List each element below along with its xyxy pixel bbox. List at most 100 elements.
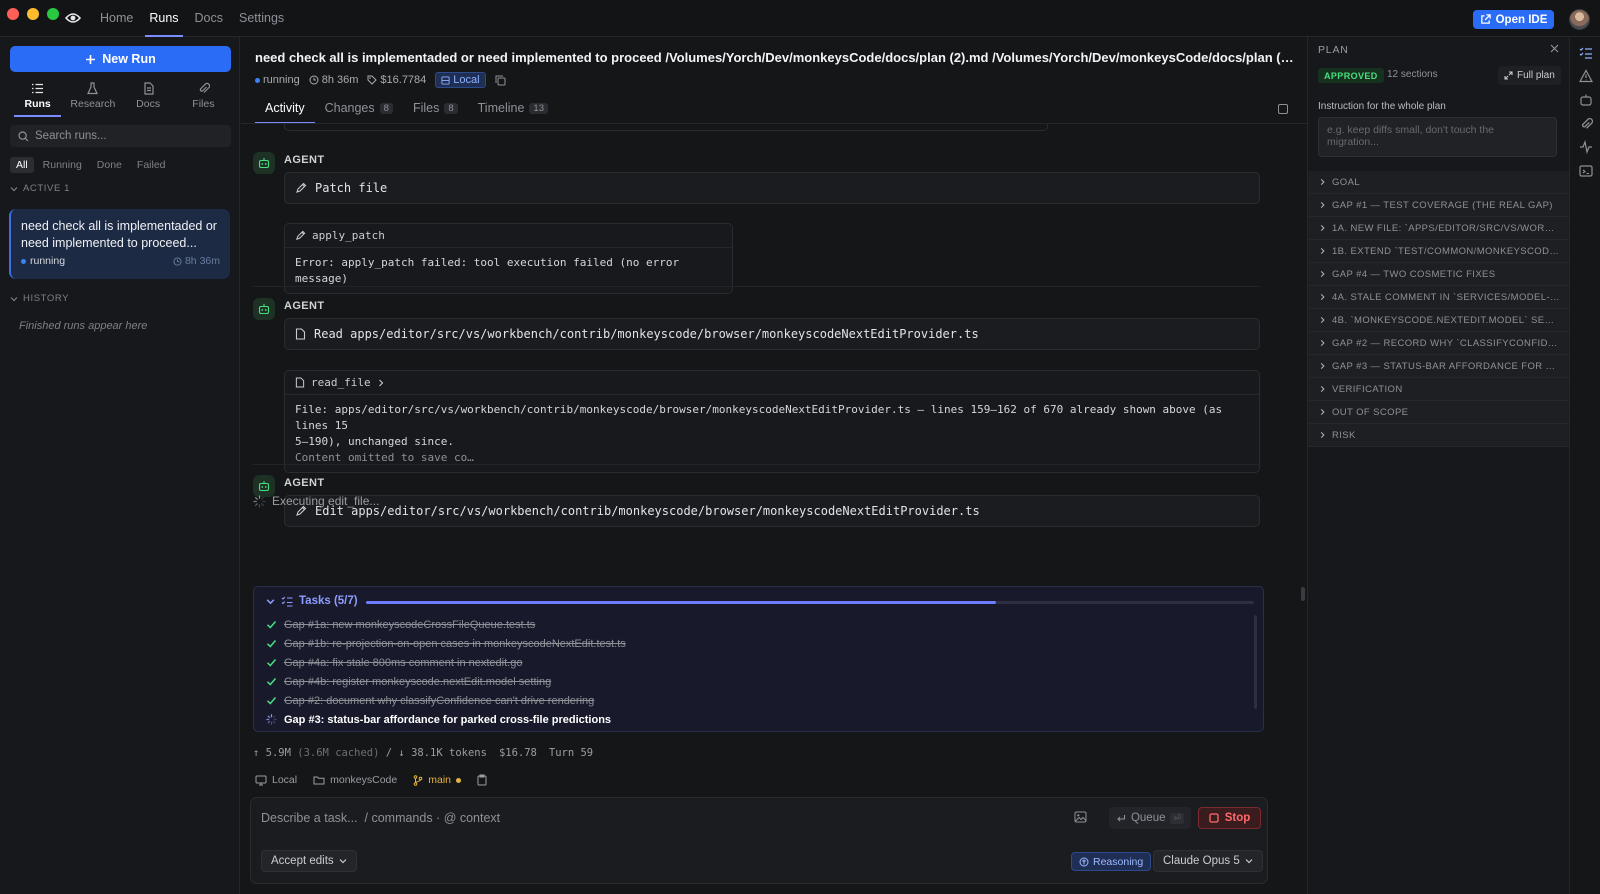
user-avatar[interactable] xyxy=(1569,9,1590,30)
terminal-icon[interactable] xyxy=(1579,164,1593,178)
main-scrollbar[interactable] xyxy=(1301,587,1305,601)
plan-section-item[interactable]: RISK xyxy=(1308,424,1569,447)
run-card-duration: 8h 36m xyxy=(173,255,220,267)
filter-done[interactable]: Done xyxy=(91,157,128,173)
edit-file-action[interactable]: Edit apps/editor/src/vs/workbench/contri… xyxy=(284,495,1260,527)
repo-selector[interactable]: monkeysCode xyxy=(313,774,397,786)
flask-icon xyxy=(86,82,99,95)
tasks-scrollbar[interactable] xyxy=(1254,615,1257,709)
action-label: Patch file xyxy=(315,181,388,195)
tab-files[interactable]: Files 8 xyxy=(403,97,468,124)
activity-pulse-icon[interactable] xyxy=(1579,140,1593,154)
close-window-button[interactable] xyxy=(7,8,19,20)
search-input[interactable] xyxy=(35,130,215,142)
plan-section-item[interactable]: GAP #3 — STATUS-BAR AFFORDANCE FOR PARKE… xyxy=(1308,355,1569,378)
plan-sections-list: GOAL GAP #1 — TEST COVERAGE (THE REAL GAP… xyxy=(1308,171,1569,447)
run-cost: $16.7784 xyxy=(367,74,426,86)
active-run-card[interactable]: need check all is implementaded or need … xyxy=(9,209,230,279)
plan-section-item[interactable]: GAP #2 — RECORD WHY `CLASSIFYCONFIDENCE`… xyxy=(1308,332,1569,355)
run-search[interactable] xyxy=(10,125,231,147)
task-list: Gap #1a: new monkeyscodeCrossFileQueue.t… xyxy=(266,615,1246,729)
filter-all[interactable]: All xyxy=(10,157,34,173)
tab-activity[interactable]: Activity xyxy=(255,97,315,124)
plan-section-label: GAP #1 — TEST COVERAGE (THE REAL GAP) xyxy=(1332,199,1553,211)
plan-section-item[interactable]: VERIFICATION xyxy=(1308,378,1569,401)
branch-selector[interactable]: main xyxy=(413,774,461,786)
tool-name: read_file xyxy=(311,376,371,389)
history-section-toggle[interactable]: HISTORY xyxy=(10,293,69,304)
read-file-tool[interactable]: read_file File: apps/editor/src/vs/workb… xyxy=(284,370,1260,473)
file-icon xyxy=(295,328,306,340)
nav-settings[interactable]: Settings xyxy=(231,0,292,37)
minimize-window-button[interactable] xyxy=(27,8,39,20)
plan-section-item[interactable]: OUT OF SCOPE xyxy=(1308,401,1569,424)
chevron-down-icon xyxy=(1245,857,1253,865)
task-input[interactable] xyxy=(261,811,1061,833)
plan-section-item[interactable]: GAP #4 — TWO COSMETIC FIXES xyxy=(1308,263,1569,286)
model-dropdown[interactable]: Claude Opus 5 xyxy=(1153,850,1263,872)
list-icon xyxy=(31,82,44,95)
image-attach-icon[interactable] xyxy=(1074,811,1087,823)
accept-edits-dropdown[interactable]: Accept edits xyxy=(261,850,357,872)
plan-section-item[interactable]: GOAL xyxy=(1308,171,1569,194)
stop-button[interactable]: Stop xyxy=(1198,807,1261,829)
plan-section-item[interactable]: 4B. `MONKEYSCODE.NEXTEDIT.MODEL` SETTING xyxy=(1308,309,1569,332)
patch-file-action[interactable]: Patch file xyxy=(284,172,1260,204)
paperclip-icon[interactable] xyxy=(1579,117,1593,131)
filter-running[interactable]: Running xyxy=(37,157,88,173)
nav-docs[interactable]: Docs xyxy=(187,0,231,37)
plan-section-item[interactable]: 1A. NEW FILE: `APPS/EDITOR/SRC/VS/WORKBE… xyxy=(1308,217,1569,240)
queue-button[interactable]: Queue ⏎ xyxy=(1109,807,1191,829)
run-cost-text: $16.7784 xyxy=(380,74,427,86)
maximize-window-button[interactable] xyxy=(47,8,59,20)
warning-icon[interactable] xyxy=(1579,69,1593,83)
context-row: Local monkeysCode main xyxy=(255,774,487,786)
nav-runs[interactable]: Runs xyxy=(141,0,186,37)
input-tokens: ↑ 5.9M xyxy=(253,747,291,759)
status-badge: APPROVED xyxy=(1318,68,1384,83)
spinner-icon xyxy=(253,494,266,508)
sidebar-tab-docs[interactable]: Docs xyxy=(121,82,176,117)
active-section-toggle[interactable]: ACTIVE 1 xyxy=(10,183,70,194)
sidebar-tab-runs[interactable]: Runs xyxy=(10,82,65,117)
run-card-status: running xyxy=(21,255,65,267)
chevron-down-icon xyxy=(339,857,347,865)
plan-section-item[interactable]: 1B. EXTEND `TEST/COMMON/MONKEYSCODENEXTE… xyxy=(1308,240,1569,263)
open-ide-button[interactable]: Open IDE xyxy=(1473,10,1554,29)
sidebar-tab-research[interactable]: Research xyxy=(65,82,120,117)
git-branch-icon xyxy=(413,774,423,786)
sidebar-tab-files[interactable]: Files xyxy=(176,82,231,117)
plan-section-item[interactable]: 4A. STALE COMMENT IN `SERVICES/MODEL-PRO… xyxy=(1308,286,1569,309)
env-selector[interactable]: Local xyxy=(255,774,297,786)
full-plan-button[interactable]: Full plan xyxy=(1498,66,1561,85)
nav-home[interactable]: Home xyxy=(92,0,141,37)
panel-toggle-icon[interactable] xyxy=(1278,104,1288,114)
new-run-button[interactable]: New Run xyxy=(10,46,231,72)
copy-icon[interactable] xyxy=(495,75,506,86)
plan-section-item[interactable]: GAP #1 — TEST COVERAGE (THE REAL GAP) xyxy=(1308,194,1569,217)
reasoning-toggle[interactable]: Reasoning xyxy=(1071,852,1152,871)
plan-checklist-icon[interactable] xyxy=(1574,42,1598,64)
tasks-header: Tasks (5/7) xyxy=(299,595,358,607)
sidebar-tabs: Runs Research Docs Files xyxy=(10,82,231,117)
tab-timeline[interactable]: Timeline 13 xyxy=(468,97,558,124)
task-item: Gap #1b: re-projection-on-open cases in … xyxy=(266,634,1246,653)
apply-patch-tool[interactable]: apply_patch Error: apply_patch failed: t… xyxy=(284,223,733,294)
tab-changes[interactable]: Changes 8 xyxy=(315,97,403,124)
read-file-action[interactable]: Read apps/editor/src/vs/workbench/contri… xyxy=(284,318,1260,350)
bot-icon[interactable] xyxy=(1579,93,1593,107)
close-icon[interactable] xyxy=(1550,44,1559,53)
task-item: Gap #1a: new monkeyscodeCrossFileQueue.t… xyxy=(266,615,1246,634)
tab-label: Activity xyxy=(265,101,305,115)
window-controls xyxy=(7,8,59,20)
clipboard-icon[interactable] xyxy=(477,774,487,786)
usage-cost: $16.78 xyxy=(498,747,537,759)
plan-instruction-input[interactable] xyxy=(1318,117,1557,157)
tab-label: Files xyxy=(412,101,440,115)
run-card-status-text: running xyxy=(30,255,66,267)
server-icon xyxy=(441,75,450,85)
tasks-toggle[interactable]: Tasks (5/7) xyxy=(266,595,358,607)
filter-failed[interactable]: Failed xyxy=(131,157,172,173)
model-label: Claude Opus 5 xyxy=(1163,855,1240,867)
tab-count-badge: 13 xyxy=(529,102,548,114)
